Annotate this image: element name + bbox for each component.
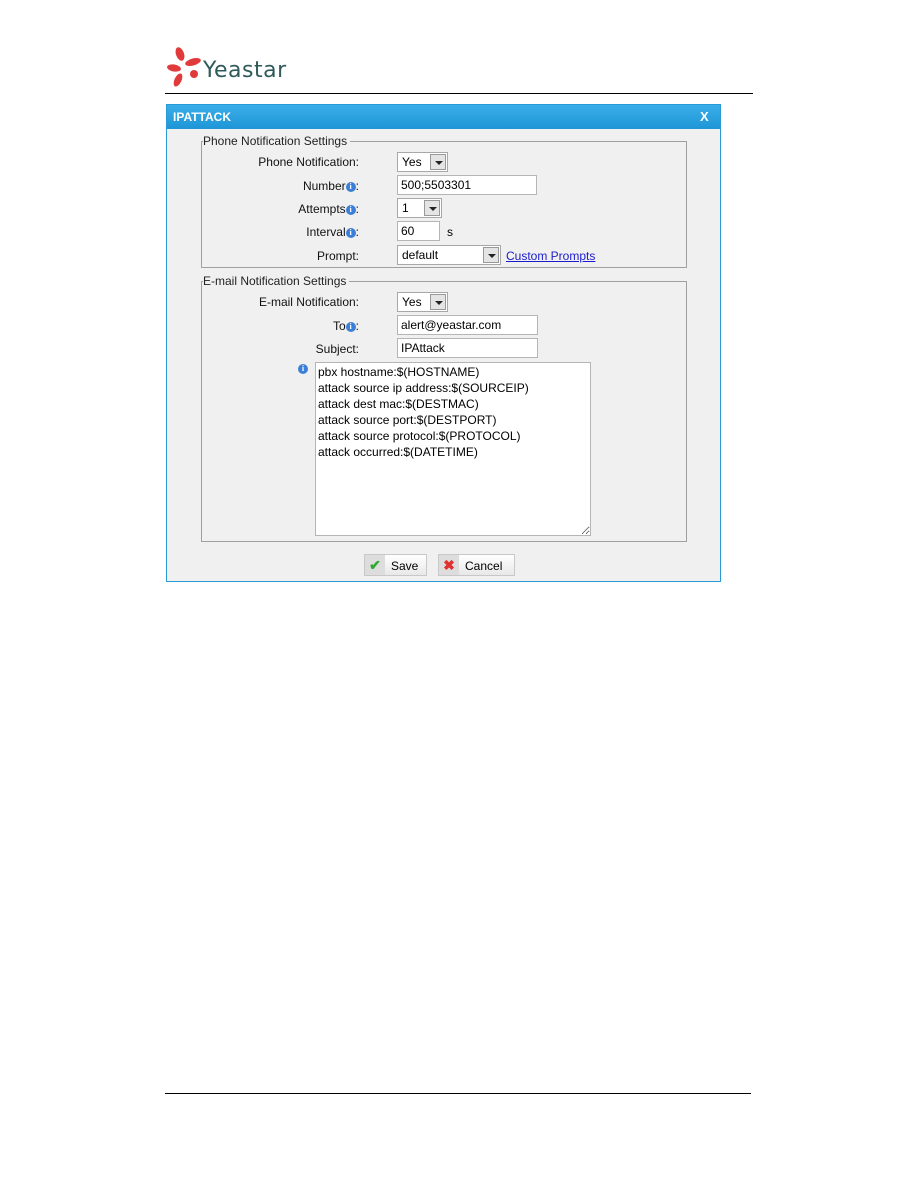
- logo-text: Yeastar: [203, 58, 287, 83]
- save-button[interactable]: ✔ Save: [364, 554, 427, 576]
- email-notification-select[interactable]: Yes: [397, 292, 448, 312]
- attempts-label: Attempts i:: [298, 202, 359, 216]
- header-divider: [165, 93, 753, 94]
- to-input[interactable]: [397, 315, 538, 335]
- label-text: Interval: [306, 225, 346, 239]
- subject-label: Subject:: [315, 342, 359, 356]
- attempts-select[interactable]: 1: [397, 198, 442, 218]
- prompt-label: Prompt:: [316, 249, 359, 263]
- label-text: To: [332, 319, 346, 333]
- prompt-select[interactable]: default: [397, 245, 501, 265]
- cancel-button[interactable]: ✖ Cancel: [438, 554, 515, 576]
- number-label: Number i:: [302, 179, 359, 193]
- email-notification-settings: E-mail Notification Settings E-mail Noti…: [201, 274, 687, 542]
- number-input[interactable]: [397, 175, 537, 195]
- subject-input[interactable]: [397, 338, 538, 358]
- chevron-down-icon: [430, 294, 446, 310]
- label-text: Number: [302, 179, 346, 193]
- select-value: default: [402, 248, 439, 262]
- label-text: Attempts: [298, 202, 346, 216]
- select-value: Yes: [402, 155, 422, 169]
- cross-icon: ✖: [439, 555, 459, 575]
- interval-label: Interval i:: [306, 225, 359, 239]
- custom-prompts-link[interactable]: Custom Prompts: [506, 249, 595, 263]
- email-body-textarea[interactable]: pbx hostname:$(HOSTNAME) attack source i…: [315, 362, 591, 536]
- phone-legend: Phone Notification Settings: [203, 134, 351, 148]
- phone-notification-label: Phone Notification:: [258, 155, 359, 169]
- chevron-down-icon: [483, 247, 499, 263]
- info-icon[interactable]: i: [345, 182, 356, 192]
- phone-notification-settings: Phone Notification Settings Phone Notifi…: [201, 134, 687, 268]
- email-notification-label: E-mail Notification:: [258, 295, 359, 309]
- save-label: Save: [391, 559, 419, 573]
- cancel-label: Cancel: [465, 559, 503, 573]
- ipattack-dialog: IPATTACK X Phone Notification Settings P…: [166, 104, 721, 582]
- select-value: 1: [402, 201, 409, 215]
- phone-notification-select[interactable]: Yes: [397, 152, 448, 172]
- info-icon[interactable]: i: [345, 228, 356, 238]
- checkmark-icon: ✔: [365, 555, 385, 575]
- interval-input[interactable]: [397, 221, 440, 241]
- dialog-title: IPATTACK: [173, 110, 231, 124]
- interval-unit: s: [447, 225, 453, 239]
- info-icon[interactable]: i: [298, 364, 308, 374]
- info-icon[interactable]: i: [345, 322, 356, 332]
- footer-divider: [165, 1093, 751, 1094]
- dialog-titlebar: IPATTACK X: [167, 105, 720, 129]
- info-icon[interactable]: i: [345, 205, 356, 215]
- chevron-down-icon: [424, 200, 440, 216]
- email-legend: E-mail Notification Settings: [203, 274, 350, 288]
- close-button[interactable]: X: [700, 109, 709, 124]
- to-label: To i:: [332, 319, 359, 333]
- select-value: Yes: [402, 295, 422, 309]
- chevron-down-icon: [430, 154, 446, 170]
